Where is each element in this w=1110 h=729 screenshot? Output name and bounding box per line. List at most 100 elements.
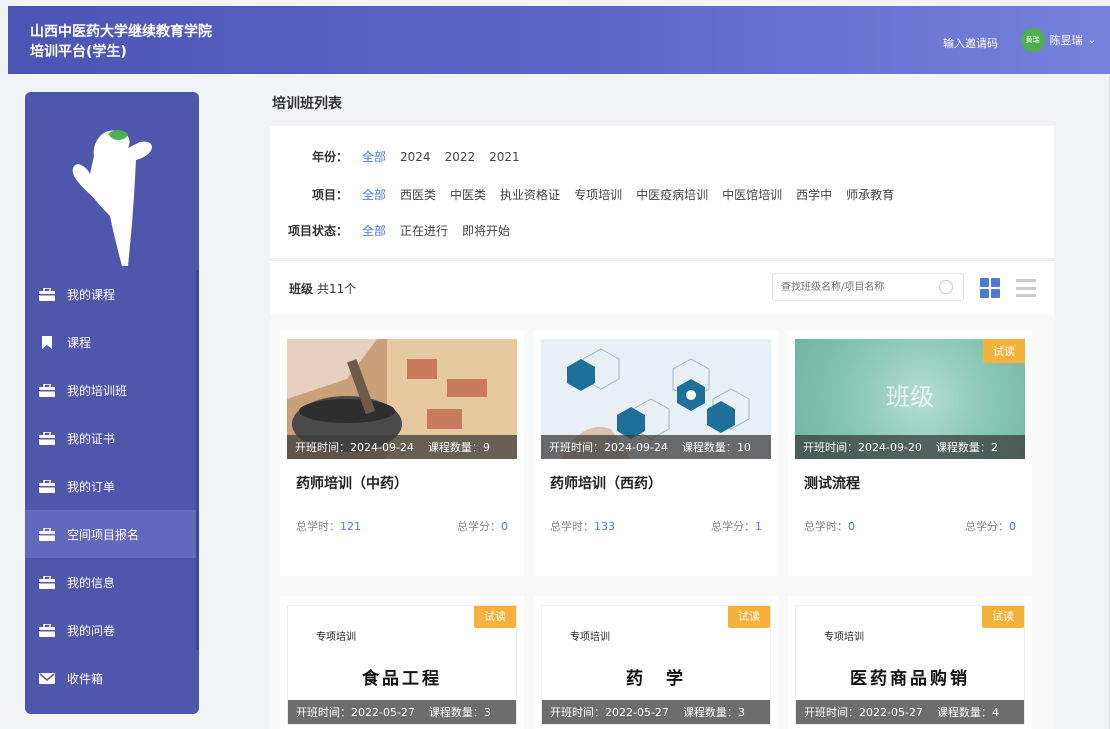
class-thumb-info: 开班时间： 2022-05-27 课程数量： 4 xyxy=(796,700,1024,724)
class-card[interactable]: 开班时间： 2024-09-24 课程数量： 10 药师培训（西药） 总学时：133… xyxy=(534,330,778,576)
sidebar-item-label: 我的培训班 xyxy=(67,383,128,398)
year-filter-label: 年份： xyxy=(311,150,348,164)
year-option-all[interactable]: 全部 xyxy=(362,148,386,165)
class-cards: 开班时间： 2024-09-24 课程数量： 9 药师培训（中药） 总学时：121 … xyxy=(270,314,1054,729)
project-option-special[interactable]: 专项培训 xyxy=(574,186,622,203)
start-date: 2024-09-24 xyxy=(604,440,668,454)
class-meta: 总学时：133 总学分：1 xyxy=(550,518,762,534)
list-view-icon[interactable] xyxy=(1016,279,1036,297)
class-title[interactable]: 测试流程 xyxy=(788,473,1032,493)
brand-line1: 山西中医药大学继续教育学院 xyxy=(30,24,212,40)
project-option-clinic[interactable]: 中医馆培训 xyxy=(722,186,782,203)
brand-line2: 培训平台(学生) xyxy=(30,44,127,60)
class-card[interactable]: 专项培训 食品工程 试读 开班时间： 2022-05-27 课程数量： 3 xyxy=(280,596,524,729)
page-title: 培训班列表 xyxy=(272,96,342,112)
sidebar-item-my-surveys[interactable]: 我的问卷 xyxy=(25,606,199,654)
project-option-license[interactable]: 执业资格证 xyxy=(500,186,560,203)
status-option-ongoing[interactable]: 正在进行 xyxy=(400,222,448,239)
course-count-label: 课程数量： xyxy=(427,441,483,454)
start-date: 2022-05-27 xyxy=(351,705,415,719)
sidebar-item-courses[interactable]: 课程 xyxy=(25,318,199,366)
grid-view-icon[interactable] xyxy=(980,278,1000,298)
sidebar-item-inbox[interactable]: 收件箱 xyxy=(25,654,199,702)
sidebar-scrollbar[interactable] xyxy=(196,270,199,650)
avatar: 黄瑞 xyxy=(1020,28,1045,52)
search-icon[interactable] xyxy=(939,280,953,294)
sidebar-item-label: 我的证书 xyxy=(67,431,116,446)
class-meta: 总学时：0 总学分：0 xyxy=(804,518,1016,534)
user-name: 陈昱瑞 xyxy=(1049,34,1083,47)
start-label: 开班时间： xyxy=(295,441,350,454)
sidebar-item-label: 我的订单 xyxy=(67,479,116,494)
hours-label: 总学时： xyxy=(296,520,340,533)
hours-label: 总学时： xyxy=(550,520,594,533)
start-label: 开班时间： xyxy=(296,706,351,719)
class-thumbnail: 专项培训 医药商品购销 试读 开班时间： 2022-05-27 课程数量： 4 xyxy=(795,605,1025,725)
course-count: 2 xyxy=(990,440,998,454)
filter-panel: 年份： 全部 2024 2022 2021 项目： 全部 西医类 中医类 执业资… xyxy=(270,126,1054,258)
sidebar-item-label: 我的课程 xyxy=(67,287,116,302)
year-option-2024[interactable]: 2024 xyxy=(400,150,431,164)
invite-code-link[interactable]: 输入邀请码 xyxy=(943,35,998,51)
doc-subtitle: 专项培训 xyxy=(824,632,864,643)
hours-label: 总学时： xyxy=(804,520,848,533)
project-option-all[interactable]: 全部 xyxy=(362,186,386,203)
user-menu[interactable]: 黄瑞 陈昱瑞 ⌄ xyxy=(1020,28,1096,52)
hours-value: 0 xyxy=(848,520,855,533)
course-count-label: 课程数量： xyxy=(935,441,991,454)
class-card[interactable]: 专项培训 药 学 试读 开班时间： 2022-05-27 课程数量： 3 xyxy=(534,596,778,729)
sidebar-item-my-classes[interactable]: 我的培训班 xyxy=(25,366,199,414)
sidebar-item-project-signup[interactable]: 空间项目报名 xyxy=(25,510,199,558)
trial-badge: 试读 xyxy=(982,606,1024,628)
sidebar-item-my-courses[interactable]: 我的课程 xyxy=(25,270,199,318)
class-thumbnail: 专项培训 药 学 试读 开班时间： 2022-05-27 课程数量： 3 xyxy=(541,605,771,725)
project-option-tcm[interactable]: 中医类 xyxy=(450,186,486,203)
briefcase-icon xyxy=(39,575,55,589)
sidebar-item-my-certificates[interactable]: 我的证书 xyxy=(25,414,199,462)
status-option-all[interactable]: 全部 xyxy=(362,222,386,239)
project-option-epidemic[interactable]: 中医疫病培训 xyxy=(636,186,708,203)
thumb-text: 班级 xyxy=(886,383,934,411)
trial-badge: 试读 xyxy=(474,606,516,628)
sidebar-item-my-info[interactable]: 我的信息 xyxy=(25,558,199,606)
class-card[interactable]: 班级 试读 开班时间： 2024-09-20 课程数量： 2 测试流程 总学时：0 … xyxy=(788,330,1032,576)
project-option-western[interactable]: 西医类 xyxy=(400,186,436,203)
total-credits: 总学分：0 xyxy=(965,518,1016,534)
briefcase-icon xyxy=(39,623,55,637)
status-option-upcoming[interactable]: 即将开始 xyxy=(462,222,510,239)
class-card[interactable]: 专项培训 医药商品购销 试读 开班时间： 2022-05-27 课程数量： 4 xyxy=(788,596,1032,729)
total-hours: 总学时：133 xyxy=(550,518,615,534)
class-list-title: 班级 共11个 xyxy=(289,280,356,297)
brand[interactable]: 山西中医药大学继续教育学院 培训平台(学生) xyxy=(30,22,212,62)
class-meta: 总学时：121 总学分：0 xyxy=(296,518,508,534)
top-header: 山西中医药大学继续教育学院 培训平台(学生) 输入邀请码 黄瑞 陈昱瑞 ⌄ xyxy=(8,6,1110,74)
doc-subtitle: 专项培训 xyxy=(570,632,610,643)
project-filter-label: 项目： xyxy=(311,188,348,202)
class-title[interactable]: 药师培训（西药） xyxy=(534,473,778,493)
hours-value: 133 xyxy=(594,520,615,533)
course-count-label: 课程数量： xyxy=(936,706,992,719)
course-count: 3 xyxy=(737,705,745,719)
search-input[interactable] xyxy=(773,274,933,300)
course-count: 3 xyxy=(483,705,491,719)
start-label: 开班时间： xyxy=(550,706,605,719)
class-thumbnail: 专项培训 食品工程 试读 开班时间： 2022-05-27 课程数量： 3 xyxy=(287,605,517,725)
hand-avatar-icon xyxy=(72,130,152,266)
hours-value: 121 xyxy=(340,520,361,533)
project-filter: 项目： 全部 西医类 中医类 执业资格证 专项培训 中医疫病培训 中医馆培训 西… xyxy=(270,186,908,203)
bookmark-icon xyxy=(42,335,52,349)
class-list-header: 班级 共11个 xyxy=(270,260,1054,314)
start-date: 2024-09-20 xyxy=(858,440,922,454)
project-option-apprentice[interactable]: 师承教育 xyxy=(846,186,894,203)
credits-value: 0 xyxy=(1009,520,1016,533)
class-title[interactable]: 药师培训（中药） xyxy=(280,473,524,493)
year-option-2022[interactable]: 2022 xyxy=(445,150,476,164)
project-option-west-learn-tcm[interactable]: 西学中 xyxy=(796,186,832,203)
trial-badge: 试读 xyxy=(983,339,1025,363)
total-hours: 总学时：121 xyxy=(296,518,361,534)
search-box xyxy=(772,273,964,301)
class-card[interactable]: 开班时间： 2024-09-24 课程数量： 9 药师培训（中药） 总学时：121 … xyxy=(280,330,524,576)
year-option-2021[interactable]: 2021 xyxy=(489,150,520,164)
year-filter: 年份： 全部 2024 2022 2021 xyxy=(270,148,534,165)
sidebar-item-my-orders[interactable]: 我的订单 xyxy=(25,462,199,510)
